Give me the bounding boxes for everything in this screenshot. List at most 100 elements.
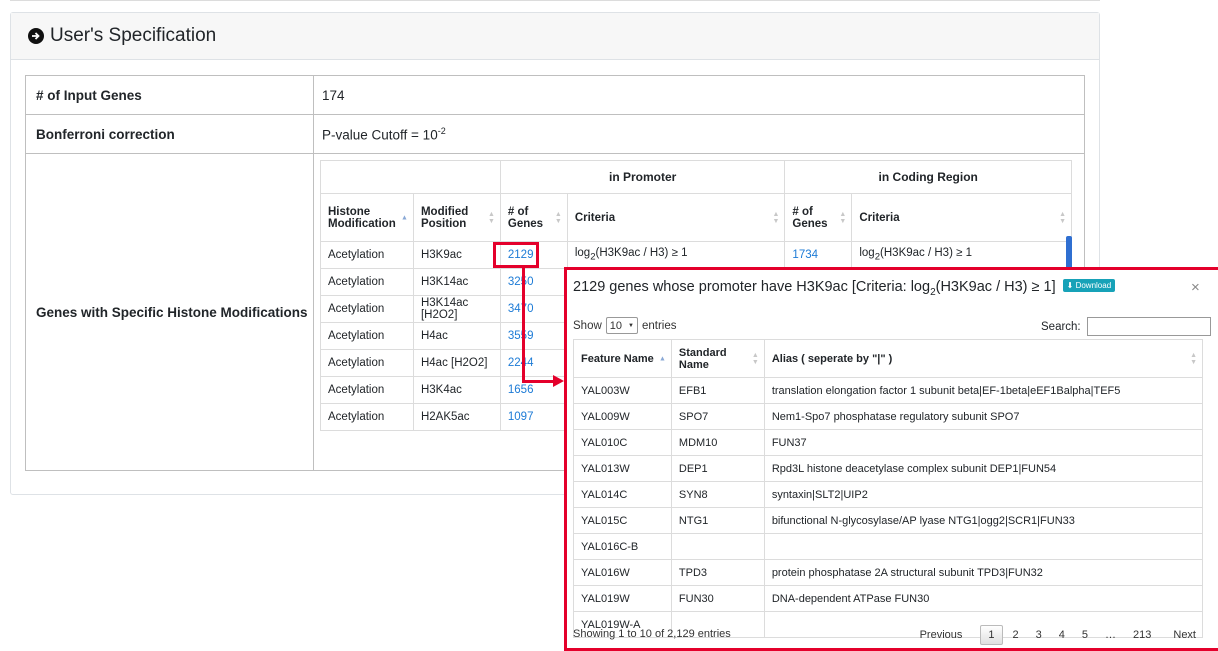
bonferroni-label: Bonferroni correction [25, 114, 314, 154]
page-length-select[interactable]: 10 ▼ [605, 317, 638, 334]
modal-title: 2129 genes whose promoter have H3K9ac [C… [573, 279, 1116, 298]
bonferroni-value: P-value Cutoff = 10-2 [313, 114, 1085, 154]
promoter-genes-cell: 3559 [499, 322, 568, 350]
column-header[interactable]: Modified Position ▲ ▼ [412, 193, 501, 242]
criteria-text: (H3K9ac / H3) ≥ 1 [880, 247, 973, 260]
standard-name-cell: SPO7 [670, 403, 765, 430]
alias-cell: translation elongation factor 1 subunit … [763, 377, 1204, 404]
feature-name-cell: YAL016C-B [573, 533, 672, 560]
promoter-genes-cell: 3250 [499, 268, 568, 296]
page-button-1[interactable]: 1 [980, 625, 1003, 645]
standard-name-cell [670, 533, 765, 560]
column-header[interactable]: Feature Name ▲ [573, 339, 672, 378]
column-header-label: Histone Modification [328, 205, 396, 230]
promoter-genes-cell: 1097 [499, 403, 568, 431]
sort-icon[interactable]: ▲ [401, 214, 408, 221]
modification-cell: Acetylation [320, 295, 414, 323]
coding-genes-link[interactable]: 1734 [792, 249, 818, 261]
sort-icon[interactable]: ▲ ▼ [839, 211, 846, 225]
alias-cell [763, 533, 1204, 560]
promoter-genes-link[interactable]: 1656 [508, 384, 534, 396]
criteria-text: log [574, 247, 591, 260]
criteria-text: (H3K9ac / H3) ≥ 1 [595, 247, 688, 260]
column-header[interactable]: Standard Name ▲ ▼ [670, 339, 765, 378]
promoter-genes-link[interactable]: 3559 [508, 330, 534, 342]
position-cell: H3K4ac [412, 376, 501, 404]
chevron-down-icon: ▼ [628, 322, 634, 329]
gene-table: Feature Name ▲ Standard Name ▲ ▼ Alias ( sepe… [573, 339, 1204, 638]
column-header-label: # of Genes [507, 205, 544, 230]
modification-cell: Acetylation [320, 403, 414, 431]
promoter-genes-link[interactable]: 1097 [508, 411, 534, 423]
search-input[interactable] [1086, 317, 1211, 336]
feature-name-cell: YAL009W [573, 403, 672, 430]
alias-cell: Nem1-Spo7 phosphatase regulatory subunit… [763, 403, 1204, 430]
feature-name-cell: YAL014C [573, 481, 672, 508]
sort-icon[interactable]: ▲ ▼ [488, 211, 495, 225]
connector-line [522, 268, 525, 383]
page-button-2[interactable]: 2 [1006, 626, 1026, 644]
sort-icon[interactable]: ▲ ▼ [772, 211, 779, 225]
pagination: Previous 1 2 3 4 5 … 213 Next [910, 625, 1203, 645]
arrow-right-icon [553, 375, 564, 387]
table-row: YAL013W DEP1 Rpd3L histone deacetylase com… [573, 455, 1204, 482]
histone-label: Genes with Specific Histone Modification… [25, 153, 314, 471]
promoter-genes-cell: 2244 [499, 349, 568, 377]
next-page-button[interactable]: Next [1166, 626, 1203, 644]
column-header[interactable]: # of Genes ▲ ▼ [499, 193, 568, 242]
sort-icon[interactable]: ▲ ▼ [555, 211, 562, 225]
column-header-label: Standard Name [678, 346, 727, 371]
group-coding-region: in Coding Region [784, 160, 1072, 194]
position-cell: H4ac [H2O2] [412, 349, 501, 377]
promoter-genes-link[interactable]: 3250 [508, 276, 534, 288]
promoter-genes-link[interactable]: 3470 [508, 303, 534, 315]
column-header-label: Criteria [859, 211, 900, 224]
column-header[interactable]: Alias ( seperate by "|" ) ▲ ▼ [763, 339, 1204, 378]
standard-name-cell: EFB1 [670, 377, 765, 404]
alias-cell: FUN37 [763, 429, 1204, 456]
page-button-5[interactable]: 5 [1075, 626, 1095, 644]
search-label: Search: [1041, 320, 1081, 333]
position-cell: H3K9ac [412, 241, 501, 269]
previous-page-button[interactable]: Previous [913, 626, 970, 644]
group-promoter: in Promoter [499, 160, 786, 194]
pvalue-exponent: -2 [437, 125, 446, 136]
close-icon[interactable]: × [1191, 279, 1200, 296]
page-button-213[interactable]: 213 [1126, 626, 1158, 644]
feature-name-cell: YAL019W [573, 585, 672, 612]
page-button-4[interactable]: 4 [1052, 626, 1072, 644]
column-header[interactable]: Criteria ▲ ▼ [566, 193, 786, 242]
modification-cell: Acetylation [320, 322, 414, 350]
input-genes-value: 174 [313, 75, 1085, 115]
criteria-text: log [859, 247, 875, 260]
table-row: YAL019W FUN30 DNA-dependent ATPase FUN30 [573, 585, 1204, 612]
standard-name-cell: NTG1 [670, 507, 765, 534]
search-control: Search: [1041, 317, 1211, 336]
promoter-genes-cell: 3470 [499, 295, 568, 323]
sort-icon[interactable]: ▲ [659, 355, 666, 362]
alias-cell: DNA-dependent ATPase FUN30 [763, 585, 1204, 612]
download-button[interactable]: ⬇ Download [1062, 279, 1116, 292]
sort-icon[interactable]: ▲ ▼ [1059, 211, 1066, 225]
column-header[interactable]: # of Genes ▲ ▼ [784, 193, 853, 242]
sort-icon[interactable]: ▲ ▼ [752, 352, 759, 366]
sort-icon[interactable]: ▲ ▼ [1190, 352, 1197, 366]
top-divider [10, 0, 1100, 1]
position-cell: H3K14ac [H2O2] [412, 295, 501, 323]
modification-cell: Acetylation [320, 268, 414, 296]
feature-name-cell: YAL016W [573, 559, 672, 586]
modification-cell: Acetylation [320, 241, 414, 269]
table-info: Showing 1 to 10 of 2,129 entries [573, 628, 731, 640]
table-row: YAL009W SPO7 Nem1-Spo7 phosphatase regulat… [573, 403, 1204, 430]
column-header-label: Feature Name [581, 352, 654, 365]
promoter-genes-link[interactable]: 2244 [508, 357, 534, 369]
table-row: YAL010C MDM10 FUN37 [573, 429, 1204, 456]
column-header[interactable]: Criteria ▲ ▼ [851, 193, 1072, 242]
column-header[interactable]: Histone Modification ▲ [320, 193, 414, 242]
entries-label: entries [641, 319, 677, 332]
table-row: YAL015C NTG1 bifunctional N-glycosylase/AP… [573, 507, 1204, 534]
modal-title-text: 2129 genes whose promoter have H3K9ac [C… [573, 279, 931, 295]
card-header: User's Specification [11, 13, 1099, 60]
standard-name-cell: MDM10 [670, 429, 765, 456]
page-button-3[interactable]: 3 [1029, 626, 1049, 644]
